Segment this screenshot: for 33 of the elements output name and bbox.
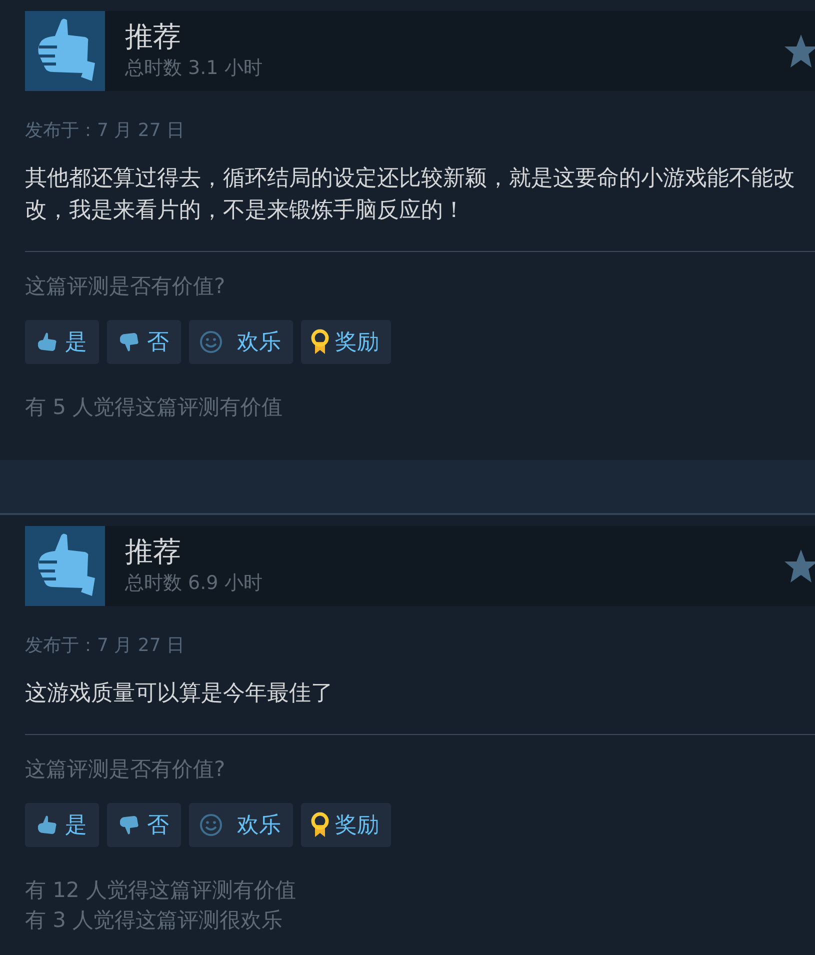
posted-date: 发布于：7 月 27 日 (25, 119, 186, 143)
vote-button[interactable]: 是 (25, 320, 99, 364)
smiley-icon (199, 330, 223, 354)
award-ribbon-icon (311, 329, 329, 355)
playtime-text: 总时数 3.1 小时 (125, 56, 262, 81)
vote-button[interactable]: 奖励 (301, 803, 391, 847)
review-text: 其他都还算过得去，循环结局的设定还比较新颖，就是这要命的小游戏能不能改改，我是来看片的，不是来锻炼手脑反应的！ (25, 165, 796, 225)
vote-button[interactable]: 欢乐 (189, 320, 293, 364)
thumbs-up-icon (35, 330, 59, 354)
vote-button[interactable]: 奖励 (301, 320, 391, 364)
posted-date: 发布于：7 月 27 日 (25, 634, 186, 658)
vote-button[interactable]: 否 (107, 320, 181, 364)
helpful-question: 这篇评测是否有价值? (25, 756, 226, 783)
vote-button[interactable]: 欢乐 (189, 803, 293, 847)
star-icon[interactable] (783, 33, 815, 69)
review-text: 这游戏质量可以算是今年最佳了 (25, 680, 334, 708)
thumbs-down-icon (117, 813, 141, 837)
thumbs-up-icon (25, 526, 105, 606)
thumbs-up-icon (25, 11, 105, 91)
award-ribbon-icon (311, 812, 329, 838)
helpful-count: 有 3 人觉得这篇评测很欢乐 (25, 907, 284, 934)
vote-button[interactable]: 否 (107, 803, 181, 847)
smiley-icon (199, 813, 223, 837)
thumbs-up-icon (35, 813, 59, 837)
review-verdict: 推荐 (125, 534, 181, 570)
thumbs-down-icon (117, 330, 141, 354)
star-icon[interactable] (783, 548, 815, 584)
helpful-count: 有 12 人觉得这篇评测有价值 (25, 877, 298, 904)
helpful-count: 有 5 人觉得这篇评测有价值 (25, 394, 284, 421)
vote-button[interactable]: 是 (25, 803, 99, 847)
helpful-question: 这篇评测是否有价值? (25, 273, 226, 300)
review-verdict: 推荐 (125, 19, 181, 55)
playtime-text: 总时数 6.9 小时 (125, 571, 262, 596)
